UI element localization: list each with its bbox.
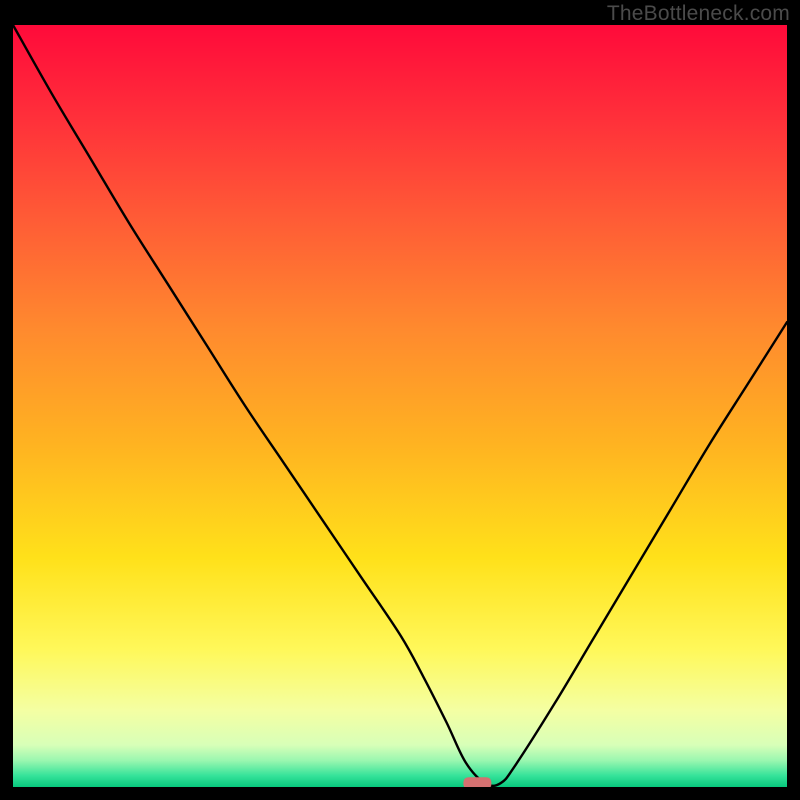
watermark-text: TheBottleneck.com [607,2,790,26]
plot-area [13,25,787,787]
gradient-background [13,25,787,787]
chart-stage: TheBottleneck.com [0,0,800,800]
optimum-marker [463,777,491,787]
chart-svg [13,25,787,787]
